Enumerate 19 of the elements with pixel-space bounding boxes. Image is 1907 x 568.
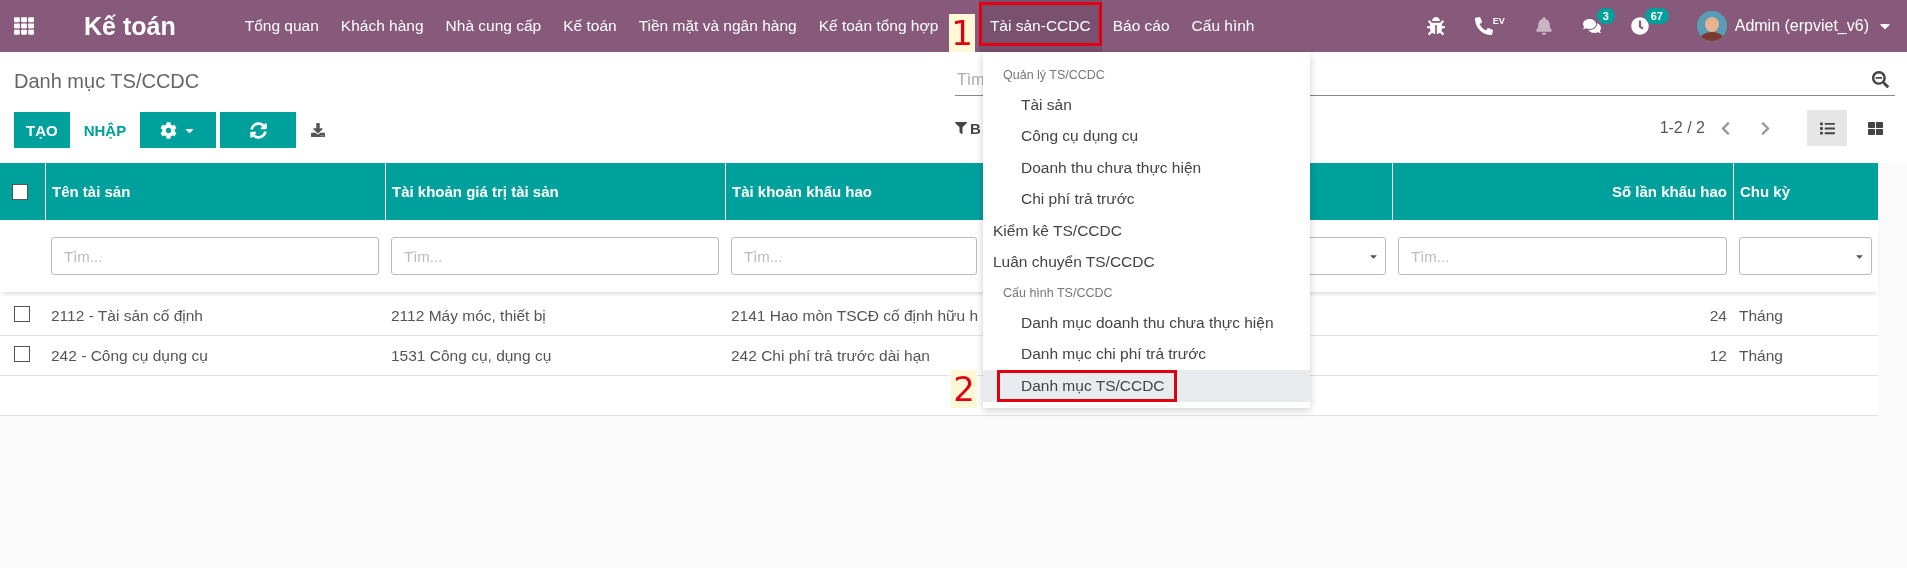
- table-cell: Tháng: [1739, 346, 1783, 364]
- table-cell: 24: [1709, 306, 1727, 324]
- count-badge: 3: [1596, 8, 1615, 24]
- table-cell: 2112 Máy móc, thiết bị: [391, 306, 546, 324]
- phone-label: EV: [1492, 16, 1505, 26]
- table-cell: 242 - Công cụ dụng cụ: [51, 346, 208, 364]
- step-number: 1: [949, 14, 975, 52]
- table-cell: 2141 Hao mòn TSCĐ cố định hữu h: [731, 306, 979, 324]
- menu-section-header: Quản lý TS/CCDC: [1002, 66, 1106, 84]
- count-badge: 67: [1644, 8, 1669, 24]
- table-cell: 2112 - Tài sản cố định: [51, 306, 203, 324]
- menu-section-header: Cấu hình TS/CCDC: [1002, 284, 1114, 302]
- step-number: 2: [951, 370, 977, 408]
- table-cell: 242 Chi phí trả trước dài hạn: [731, 346, 930, 364]
- breadcrumb-title: Danh mục TS/CCDC: [14, 70, 201, 94]
- app-title: Kế toán: [84, 11, 176, 41]
- table-cell: 12: [1709, 346, 1727, 364]
- table-cell: 1531 Công cụ, dụng cụ: [391, 346, 552, 364]
- table-cell: Tháng: [1739, 306, 1783, 324]
